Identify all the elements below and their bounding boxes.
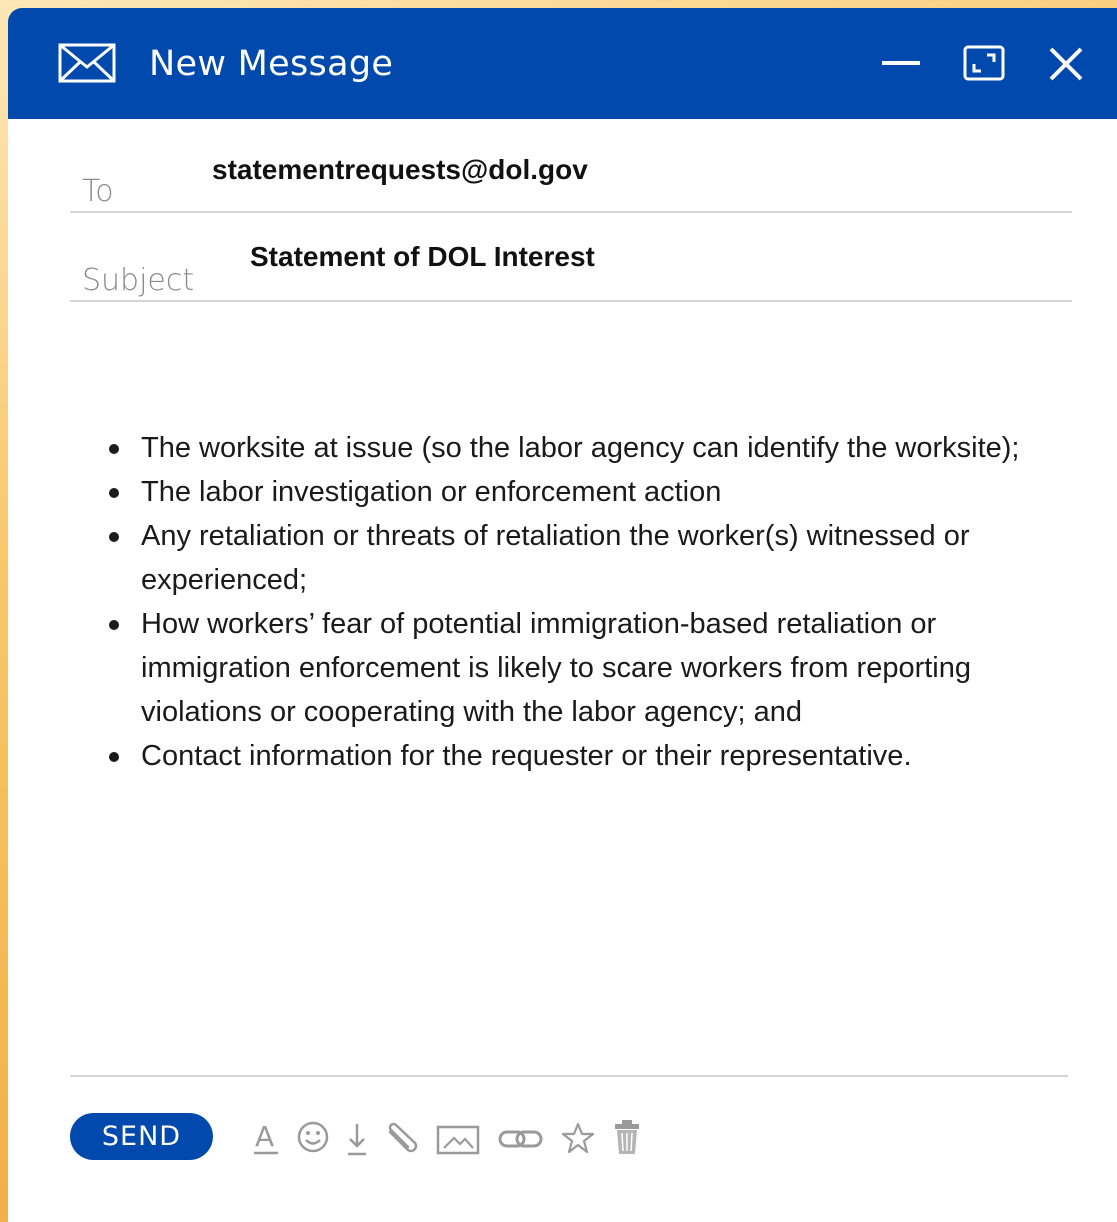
envelope-icon [58, 43, 116, 83]
text-format-icon: A [254, 1120, 278, 1155]
message-body[interactable]: The worksite at issue (so the labor agen… [106, 426, 1046, 778]
subject-label: Subject [82, 263, 195, 298]
star-icon [561, 1122, 595, 1154]
to-label: To [82, 174, 114, 209]
download-button[interactable] [345, 1118, 369, 1158]
trash-icon [615, 1120, 639, 1154]
list-item: The worksite at issue (so the labor agen… [106, 426, 1046, 470]
minimize-icon [882, 61, 920, 65]
close-icon [1049, 47, 1083, 81]
maximize-icon [963, 45, 1005, 81]
list-item: Any retaliation or threats of retaliatio… [106, 514, 1046, 602]
star-button[interactable] [561, 1118, 595, 1158]
list-item: Contact information for the requester or… [106, 734, 1046, 778]
footer-divider [70, 1075, 1068, 1077]
compose-window: New Message To statementrequests@dol.gov… [8, 8, 1117, 1222]
trash-button[interactable] [612, 1118, 642, 1158]
download-icon [348, 1124, 366, 1156]
attachment-button[interactable] [382, 1118, 422, 1158]
text-format-button[interactable]: A [252, 1118, 280, 1158]
title-bar: New Message [8, 8, 1117, 119]
image-icon [436, 1125, 480, 1155]
window-title: New Message [149, 44, 394, 84]
maximize-button[interactable] [962, 44, 1006, 82]
subject-value[interactable]: Statement of DOL Interest [250, 241, 595, 273]
list-item: The labor investigation or enforcement a… [106, 470, 1046, 514]
to-field[interactable]: To statementrequests@dol.gov [70, 148, 1072, 213]
link-icon [498, 1130, 543, 1148]
bullet-list: The worksite at issue (so the labor agen… [106, 426, 1046, 778]
send-button[interactable]: SEND [70, 1113, 213, 1160]
subject-field[interactable]: Subject Statement of DOL Interest [70, 236, 1072, 302]
emoji-button[interactable] [296, 1118, 330, 1158]
svg-text:A: A [255, 1120, 274, 1153]
image-button[interactable] [436, 1118, 480, 1158]
link-button[interactable] [498, 1118, 544, 1158]
attachment-icon [388, 1122, 418, 1153]
emoji-icon [297, 1121, 329, 1153]
to-value[interactable]: statementrequests@dol.gov [212, 154, 588, 186]
minimize-button[interactable] [880, 48, 922, 78]
close-button[interactable] [1046, 44, 1086, 84]
list-item: How workers’ fear of potential immigrati… [106, 602, 1046, 734]
